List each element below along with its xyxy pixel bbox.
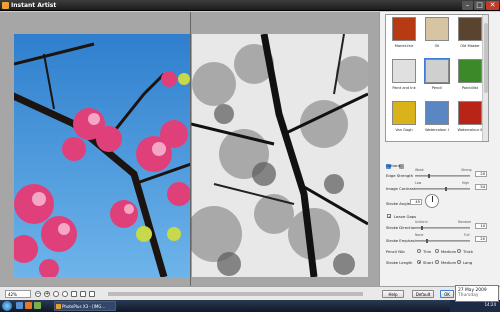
pencil-half (191, 34, 368, 277)
zoom-fit-icon[interactable] (53, 291, 59, 297)
zoom-in-icon[interactable]: + (44, 291, 50, 297)
stroke-angle-dial[interactable] (425, 194, 439, 208)
image-contrast-value[interactable]: 54 (475, 184, 487, 190)
side-by-side-icon[interactable] (80, 291, 86, 297)
image-contrast-label: Image Contrast (386, 186, 416, 191)
stroke-angle-label: Stroke Angle (386, 201, 411, 206)
title-bar: Instant Artist – □ ✕ (0, 0, 500, 11)
preset-thumbnail (424, 58, 450, 84)
zoom-actual-icon[interactable] (62, 291, 68, 297)
start-button[interactable] (2, 301, 12, 311)
tooltip-day: Thursday (458, 293, 479, 298)
preset-item[interactable]: Paint and Ink (389, 59, 419, 95)
leave-gaps-checkbox[interactable]: ✓ (387, 214, 391, 219)
edge-strength-label: Edge Strength (386, 173, 414, 178)
pencil-nib-medium-radio[interactable] (435, 249, 439, 253)
window-title: Instant Artist (11, 2, 57, 9)
image-contrast-slider[interactable] (415, 187, 470, 191)
original-half (14, 34, 191, 277)
stroke-length-label: Stroke Length (386, 260, 413, 265)
stroke-direction-label: Stroke Direction (386, 225, 417, 230)
preset-thumbnail (458, 17, 482, 41)
stroke-emphasis-max: Full (464, 233, 470, 237)
photo-svg (14, 34, 368, 277)
image-contrast-min: Low (415, 181, 422, 185)
stroke-emphasis-label: Stroke Emphasis (386, 238, 418, 243)
taskbar-item-label: PhotoPlus X3 - [IMG... (62, 304, 106, 309)
stroke-length-long-label: Long (463, 260, 473, 265)
media-icon[interactable] (34, 302, 41, 309)
app-icon (2, 2, 9, 9)
minimize-button[interactable]: – (462, 1, 473, 10)
preset-thumbnail (425, 17, 449, 41)
pencil-nib-medium-label: Medium (441, 249, 457, 254)
leave-gaps-label: Leave Gaps (394, 214, 417, 219)
stroke-length-medium-radio[interactable] (435, 260, 439, 264)
split-view-icon[interactable] (71, 291, 77, 297)
pencil-nib-thin-radio[interactable] (417, 249, 421, 253)
image-contrast-max: High (462, 181, 470, 185)
maximize-button[interactable]: □ (474, 1, 485, 10)
pencil-nib-thin-label: Thin (423, 249, 432, 254)
preset-thumbnail (392, 59, 416, 83)
zoom-select[interactable]: 42% (5, 290, 31, 298)
preset-gallery: Monet-fair Oil Old Master Paint and Ink … (385, 14, 489, 142)
date-tooltip: 27 May 2009 Thursday (455, 285, 499, 302)
pencil-nib-thick-radio[interactable] (457, 249, 461, 253)
single-view-icon[interactable] (89, 291, 95, 297)
show-desktop-icon[interactable] (16, 302, 23, 309)
preset-item[interactable]: Monet-fair (389, 17, 419, 53)
stroke-emphasis-value[interactable]: 20 (475, 236, 487, 242)
ok-button[interactable]: OK (440, 290, 454, 298)
edge-strength-max: Strong (461, 168, 472, 172)
edge-strength-min: Weak (415, 168, 424, 172)
edge-strength-value[interactable]: 20 (475, 171, 487, 177)
preview-image[interactable] (14, 34, 368, 277)
bottom-toolbar: 42% − + Help Default OK (0, 286, 500, 300)
preview-canvas[interactable] (0, 12, 379, 286)
close-button[interactable]: ✕ (486, 1, 499, 10)
clock[interactable]: 14:24 (484, 302, 496, 307)
split-handle-line[interactable] (190, 12, 191, 286)
settings-panel: Monet-fair Oil Old Master Paint and Ink … (379, 12, 500, 286)
preset-item-selected[interactable]: Pencil (422, 58, 452, 95)
preset-item[interactable]: Van Gogh (389, 101, 419, 137)
taskbar: PhotoPlus X3 - [IMG... 14:24 (0, 300, 500, 312)
default-button[interactable]: Default (412, 290, 434, 298)
preset-item[interactable]: Old Master (455, 17, 485, 53)
stroke-emphasis-slider[interactable] (415, 239, 470, 243)
preset-thumbnail (392, 101, 416, 125)
horizontal-scrollbar[interactable] (108, 292, 363, 296)
photoplus-icon (56, 304, 61, 309)
edge-strength-slider[interactable] (415, 174, 470, 178)
preset-thumbnail (392, 17, 416, 41)
stroke-length-short-label: Short (423, 260, 434, 265)
preset-thumbnail (458, 59, 482, 83)
stroke-emphasis-min: None (415, 233, 424, 237)
preset-scrollbar[interactable] (482, 15, 488, 141)
browser-icon[interactable] (25, 302, 32, 309)
stroke-direction-value[interactable]: 10 (475, 223, 487, 229)
stroke-length-long-radio[interactable] (457, 260, 461, 264)
preset-thumbnail (425, 101, 449, 125)
pencil-nib-thick-label: Thick (463, 249, 474, 254)
preset-item[interactable]: Watercolour I (422, 101, 452, 137)
stroke-direction-min: Uniform (415, 220, 428, 224)
taskbar-item-photoplus[interactable]: PhotoPlus X3 - [IMG... (54, 301, 116, 311)
stroke-direction-max: Random (458, 220, 472, 224)
preset-item[interactable]: Pointillist (455, 59, 485, 95)
preset-item[interactable]: Watercolour II (455, 101, 485, 137)
stroke-angle-value[interactable]: 45 (410, 199, 422, 205)
preset-thumbnail (458, 101, 482, 125)
stroke-length-short-radio[interactable] (417, 260, 421, 264)
stroke-direction-slider[interactable] (415, 226, 470, 230)
zoom-out-icon[interactable]: − (35, 291, 41, 297)
preset-item[interactable]: Oil (422, 17, 452, 53)
options-heading: Options (386, 163, 401, 168)
pencil-nib-label: Pencil Nib (386, 249, 405, 254)
stroke-length-medium-label: Medium (441, 260, 457, 265)
help-button[interactable]: Help (382, 290, 404, 298)
